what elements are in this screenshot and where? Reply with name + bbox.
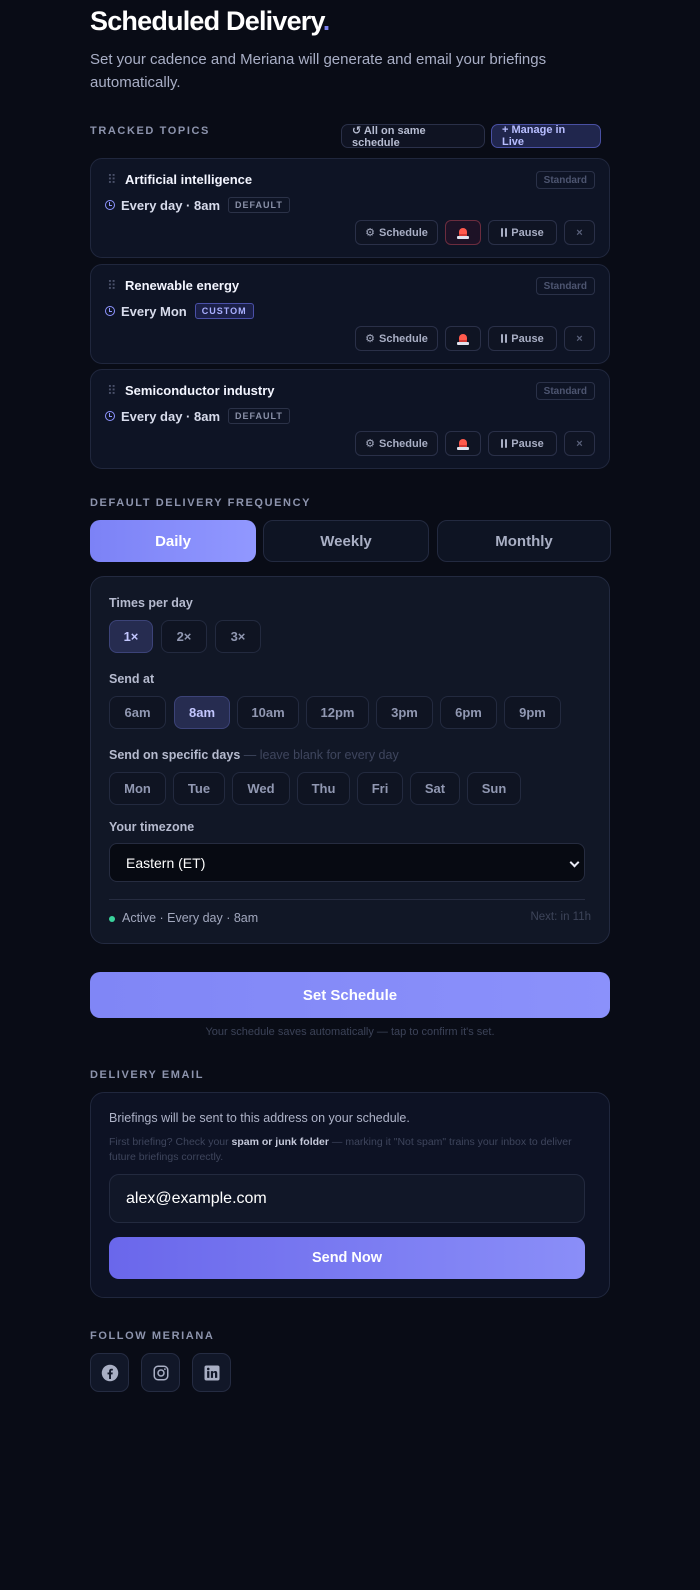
- tab-monthly[interactable]: Monthly: [437, 520, 611, 562]
- alert-button[interactable]: [445, 220, 481, 245]
- schedule-tag: DEFAULT: [228, 408, 290, 424]
- alert-button[interactable]: [445, 326, 481, 351]
- pause-icon: [501, 228, 508, 237]
- pause-button[interactable]: Pause: [488, 326, 557, 351]
- email-field[interactable]: alex@example.com: [109, 1174, 585, 1223]
- gear-icon: ⚙: [365, 227, 375, 239]
- day-sun[interactable]: Sun: [467, 772, 521, 805]
- timezone-label: Your timezone: [109, 820, 195, 834]
- pause-icon: [501, 439, 508, 448]
- plan-badge: Standard: [535, 277, 595, 295]
- delivery-email-label: DELIVERY EMAIL: [90, 1069, 205, 1081]
- instagram-icon[interactable]: [141, 1353, 180, 1392]
- topic-card: ⠿ Semiconductor industry Standard Every …: [90, 369, 610, 469]
- delivery-email-panel: Briefings will be sent to this address o…: [90, 1092, 610, 1298]
- clock-icon: [105, 411, 115, 421]
- schedule-tag: DEFAULT: [228, 197, 290, 213]
- frequency-label: DEFAULT DELIVERY FREQUENCY: [90, 497, 312, 509]
- set-schedule-button[interactable]: Set Schedule: [90, 972, 610, 1018]
- day-tue[interactable]: Tue: [173, 772, 225, 805]
- status-dot: [109, 916, 115, 922]
- page-subtitle: Set your cadence and Meriana will genera…: [90, 51, 547, 91]
- topic-card: ⠿ Artificial intelligence Standard Every…: [90, 158, 610, 258]
- gear-icon: ⚙: [365, 333, 375, 345]
- day-fri[interactable]: Fri: [357, 772, 403, 805]
- email-description: Briefings will be sent to this address o…: [109, 1111, 410, 1125]
- topic-name: Artificial intelligence: [125, 172, 253, 187]
- tracked-topics-label: TRACKED TOPICS: [90, 125, 210, 137]
- day-sat[interactable]: Sat: [410, 772, 460, 805]
- pause-icon: [501, 334, 508, 343]
- same-schedule-button[interactable]: ↺ All on same schedule: [341, 124, 485, 149]
- clock-icon: [105, 200, 115, 210]
- facebook-icon[interactable]: [90, 1353, 129, 1392]
- send-at-10am[interactable]: 10am: [237, 696, 299, 729]
- schedule-status: Active · Every day · 8am: [122, 911, 259, 925]
- scheduled-delivery-page: Scheduled Delivery. Set your cadence and…: [0, 0, 700, 1590]
- gear-icon: ⚙: [365, 438, 375, 450]
- send-at-9pm[interactable]: 9pm: [504, 696, 561, 729]
- schedule-button[interactable]: ⚙ Schedule: [355, 220, 438, 245]
- set-schedule-hint: Your schedule saves automatically — tap …: [205, 1026, 495, 1038]
- linkedin-icon[interactable]: [192, 1353, 231, 1392]
- tab-weekly[interactable]: Weekly: [263, 520, 429, 562]
- send-at-12pm[interactable]: 12pm: [306, 696, 369, 729]
- times-per-day-label: Times per day: [109, 596, 193, 610]
- specific-days-label: Send on specific days — leave blank for …: [109, 748, 399, 762]
- follow-label: FOLLOW MERIANA: [90, 1330, 215, 1342]
- timezone-select[interactable]: Eastern (ET): [109, 843, 585, 882]
- schedule-button[interactable]: ⚙ Schedule: [355, 431, 438, 456]
- day-thu[interactable]: Thu: [297, 772, 350, 805]
- day-wed[interactable]: Wed: [232, 772, 290, 805]
- pause-button[interactable]: Pause: [488, 431, 557, 456]
- send-at-6am[interactable]: 6am: [109, 696, 166, 729]
- chevron-down-icon: [569, 857, 580, 868]
- topic-schedule: Every day · 8am: [121, 197, 221, 213]
- schedule-tag: CUSTOM: [194, 303, 254, 319]
- schedule-settings-panel: Times per day 1× 2× 3× Send at 6am 8am 1…: [90, 576, 610, 944]
- day-mon[interactable]: Mon: [109, 772, 166, 805]
- topic-card: ⠿ Renewable energy Standard Every Mon CU…: [90, 264, 610, 364]
- send-now-button[interactable]: Send Now: [109, 1237, 585, 1279]
- tab-daily[interactable]: Daily: [90, 520, 256, 562]
- send-at-8am[interactable]: 8am: [174, 696, 230, 729]
- remove-topic-button[interactable]: ×: [564, 431, 595, 456]
- times-option-2[interactable]: 2×: [161, 620, 207, 653]
- next-delivery: Next: in 11h: [530, 911, 591, 923]
- alert-button[interactable]: [445, 431, 481, 456]
- timezone-value: Eastern (ET): [126, 854, 206, 871]
- times-option-1[interactable]: 1×: [109, 620, 153, 653]
- plan-badge: Standard: [535, 171, 595, 189]
- pause-button[interactable]: Pause: [488, 220, 557, 245]
- plan-badge: Standard: [535, 382, 595, 400]
- drag-handle-icon[interactable]: ⠿: [107, 278, 116, 294]
- divider: [109, 899, 585, 900]
- remove-topic-button[interactable]: ×: [564, 326, 595, 351]
- drag-handle-icon[interactable]: ⠿: [107, 172, 116, 188]
- page-title: Scheduled Delivery.: [90, 6, 330, 36]
- clock-icon: [105, 306, 115, 316]
- siren-icon: [457, 333, 469, 345]
- topic-schedule: Every day · 8am: [121, 408, 221, 424]
- topic-name: Renewable energy: [125, 278, 240, 293]
- drag-handle-icon[interactable]: ⠿: [107, 383, 116, 399]
- send-at-3pm[interactable]: 3pm: [376, 696, 433, 729]
- send-at-label: Send at: [109, 672, 155, 686]
- topic-schedule: Every Mon: [121, 303, 187, 319]
- times-option-3[interactable]: 3×: [215, 620, 261, 653]
- send-at-6pm[interactable]: 6pm: [440, 696, 497, 729]
- siren-icon: [457, 438, 469, 450]
- siren-icon: [457, 227, 469, 239]
- spam-tip: First briefing? Check your spam or junk …: [109, 1136, 572, 1163]
- remove-topic-button[interactable]: ×: [564, 220, 595, 245]
- topic-name: Semiconductor industry: [125, 383, 275, 398]
- manage-in-live-button[interactable]: + Manage in Live: [491, 124, 601, 148]
- schedule-button[interactable]: ⚙ Schedule: [355, 326, 438, 351]
